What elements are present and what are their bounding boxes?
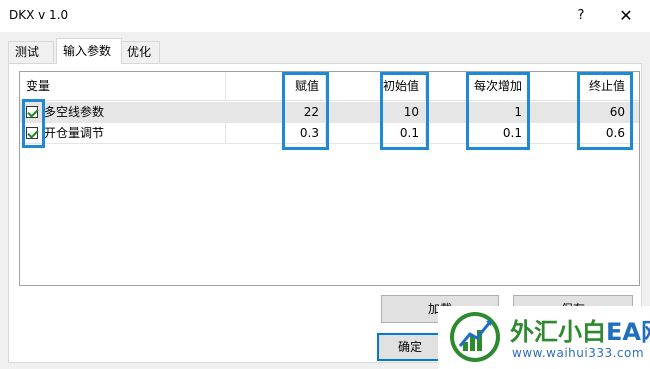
chart-logo-icon [450, 312, 500, 362]
checkbox-checked[interactable] [26, 106, 38, 118]
close-button[interactable]: ✕ [610, 0, 642, 32]
parameters-grid: 变量 赋值 初始值 每次增加 终止值 多空线参数 22 10 1 60 开仓量调… [19, 71, 640, 286]
checkbox-checked[interactable] [26, 127, 38, 139]
table-row[interactable]: 开仓量调节 0.3 0.1 0.1 0.6 [20, 123, 639, 144]
ok-button[interactable]: 确定 [377, 333, 443, 361]
param-step[interactable]: 1 [426, 102, 529, 123]
title-bar: DKX v 1.0 ? ✕ [0, 0, 650, 32]
column-variable[interactable]: 变量 [20, 72, 226, 101]
watermark-text-a: 外汇小白 [510, 318, 606, 346]
window-title: DKX v 1.0 [9, 8, 69, 22]
param-name: 开仓量调节 [38, 123, 226, 144]
tab-test[interactable]: 测试 [8, 41, 54, 63]
column-stop[interactable]: 终止值 [529, 72, 632, 101]
column-start[interactable]: 初始值 [326, 72, 426, 101]
watermark-text-b: EA网 [606, 318, 650, 346]
tab-optimize[interactable]: 优化 [120, 41, 160, 63]
watermark-title: 外汇小白EA网 [510, 312, 650, 347]
param-step[interactable]: 0.1 [426, 123, 529, 144]
param-value[interactable]: 0.3 [226, 123, 326, 144]
param-start[interactable]: 0.1 [326, 123, 426, 144]
tab-input-params[interactable]: 输入参数 [56, 38, 122, 64]
table-row[interactable]: 多空线参数 22 10 1 60 [20, 102, 639, 123]
param-start[interactable]: 10 [326, 102, 426, 123]
param-stop[interactable]: 0.6 [529, 123, 632, 144]
watermark: 外汇小白EA网 www.waihui333.com [438, 306, 650, 369]
param-stop[interactable]: 60 [529, 102, 632, 123]
param-value[interactable]: 22 [226, 102, 326, 123]
param-name: 多空线参数 [38, 102, 226, 123]
help-button[interactable]: ? [566, 0, 596, 32]
column-value[interactable]: 赋值 [226, 72, 326, 101]
grid-header: 变量 赋值 初始值 每次增加 终止值 [20, 72, 639, 101]
watermark-url: www.waihui333.com [512, 346, 645, 360]
column-step[interactable]: 每次增加 [426, 72, 529, 101]
